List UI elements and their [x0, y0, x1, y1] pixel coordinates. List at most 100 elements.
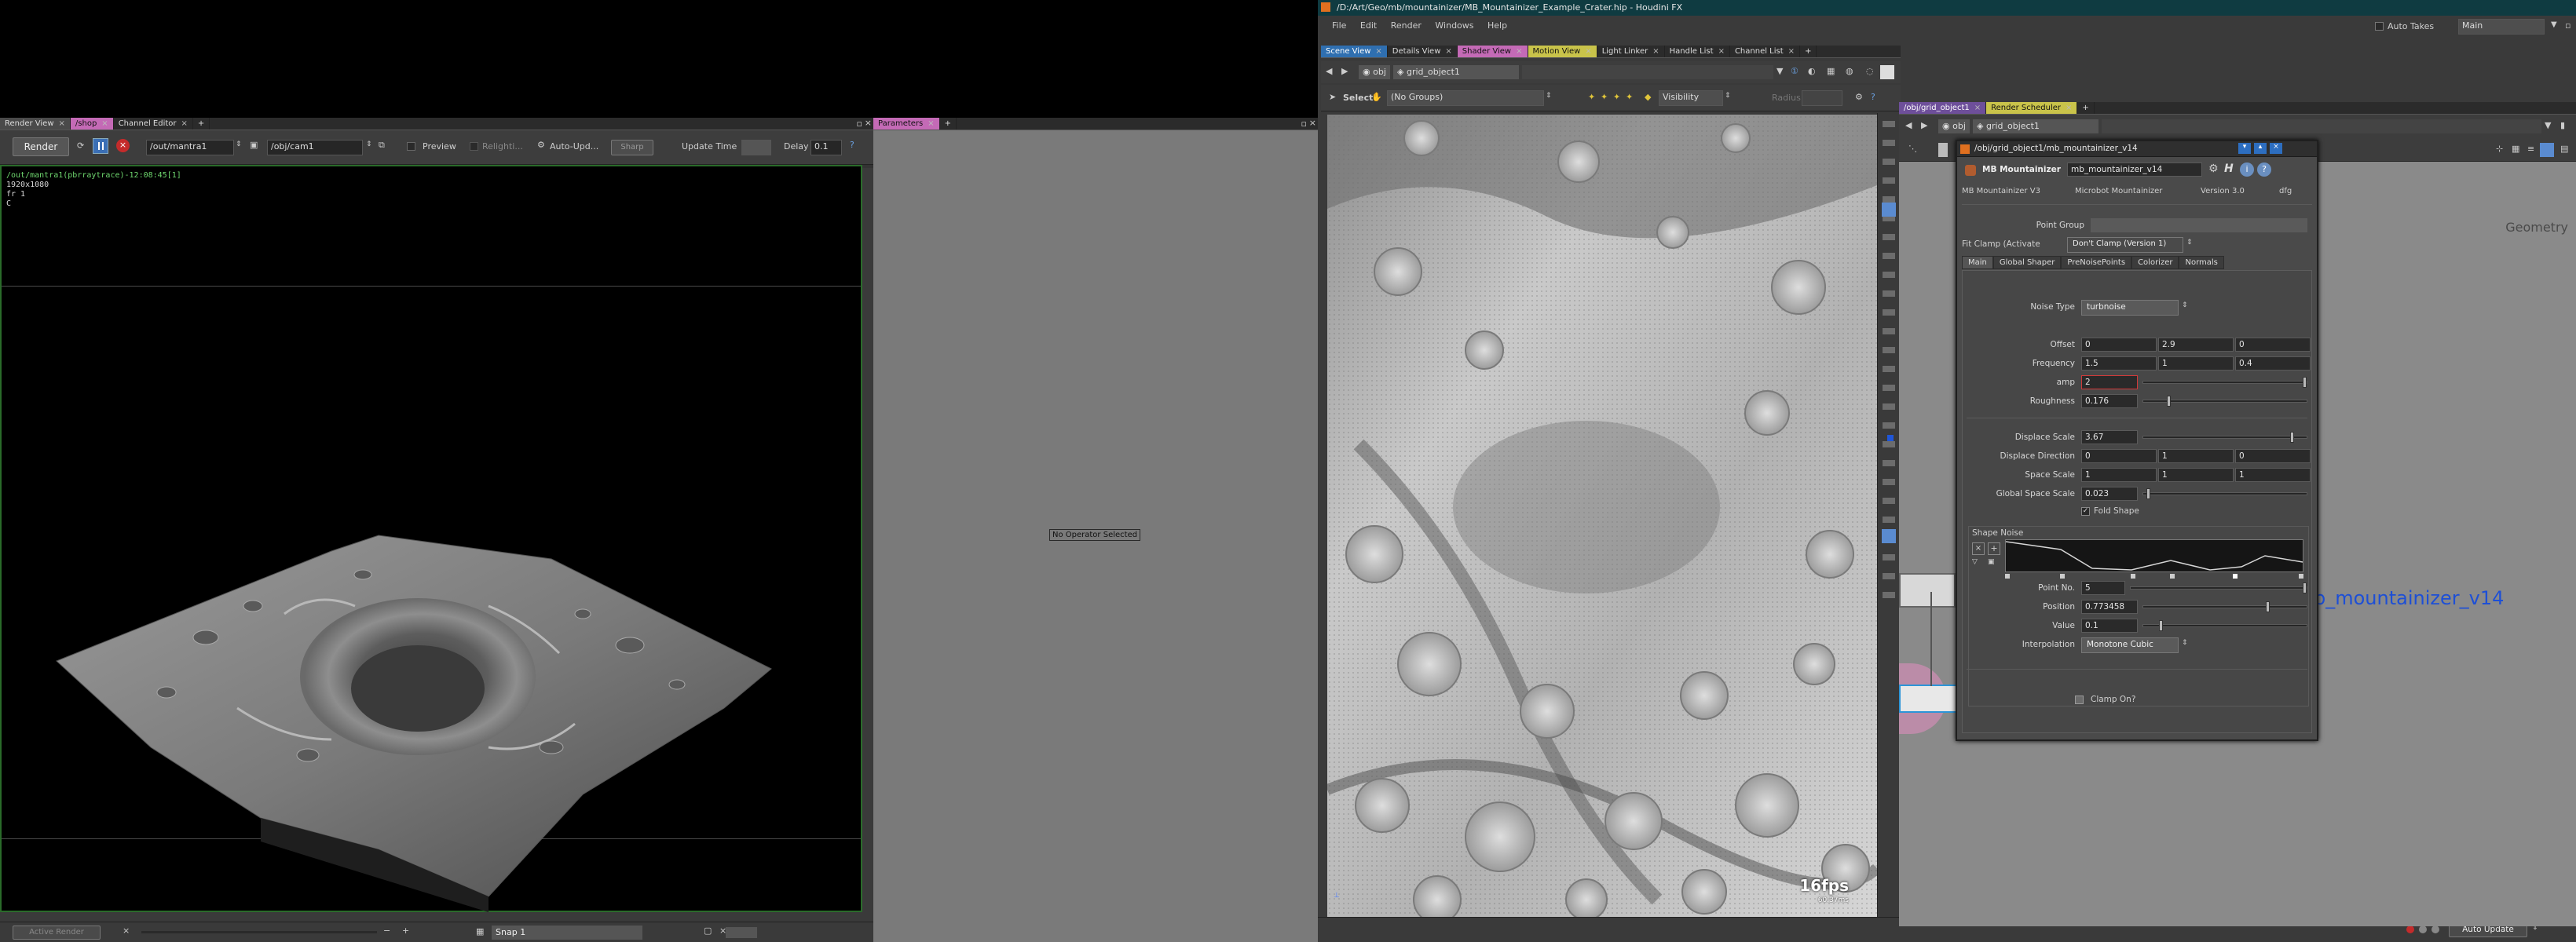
clamp-on-checkbox[interactable]	[2075, 696, 2084, 704]
close-icon[interactable]: ×	[1375, 47, 1381, 56]
maximize-icon[interactable]: ▫	[1301, 119, 1307, 129]
houdini-help-icon[interactable]: H	[2224, 162, 2234, 175]
mountainizer-node[interactable]	[1899, 685, 1959, 713]
renderer-field[interactable]: /out/mantra1	[146, 140, 234, 155]
tab-main[interactable]: Main	[1962, 256, 1993, 269]
point-group-field[interactable]	[2091, 218, 2307, 232]
add-tab-button[interactable]: +	[2077, 102, 2095, 114]
tab-network[interactable]: /obj/grid_object1 ×	[1899, 102, 1987, 114]
snap-edge-icon[interactable]: ✦	[1601, 92, 1608, 102]
displace-direction-y-field[interactable]: 1	[2158, 449, 2234, 463]
tab-channel-editor[interactable]: Channel Editor ×	[114, 118, 193, 130]
ramp-key[interactable]	[2170, 574, 2175, 579]
tab-channel-list[interactable]: Channel List ×	[1730, 46, 1801, 57]
roughness-slider[interactable]	[2142, 396, 2307, 407]
displace-direction-x-field[interactable]: 0	[2081, 449, 2157, 463]
scroll-marker[interactable]	[1887, 435, 1894, 441]
tab-details-view[interactable]: Details View ×	[1388, 46, 1458, 57]
stop-icon[interactable]: ×	[116, 139, 130, 152]
dropdown-icon[interactable]: ⇕	[236, 141, 242, 148]
close-icon[interactable]: ×	[59, 119, 65, 128]
add-tab-button[interactable]: +	[1800, 46, 1817, 57]
tab-render-view[interactable]: Render View ×	[0, 118, 71, 130]
link-icon[interactable]: ◌	[1866, 66, 1874, 76]
point-no-field[interactable]: 5	[2081, 581, 2125, 595]
close-icon[interactable]: ×	[123, 926, 130, 936]
tab-normals[interactable]: Normals	[2179, 256, 2224, 269]
frequency-x-field[interactable]: 1.5	[2081, 356, 2157, 371]
visibility-select[interactable]: Visibility	[1659, 90, 1723, 106]
close-icon[interactable]: ×	[1974, 104, 1981, 112]
path-node-button[interactable]: ◈ grid_object1	[1973, 119, 2098, 133]
dropdown-icon[interactable]: ⇕	[1546, 92, 1552, 100]
menu-help[interactable]: Help	[1487, 20, 1507, 31]
help-icon[interactable]: ?	[1871, 92, 1875, 102]
dropdown-icon[interactable]: ⇕	[1725, 92, 1731, 100]
dialog-title-bar[interactable]: /obj/grid_object1/mb_mountainizer_v14 ▾ …	[1957, 141, 2317, 157]
tab-render-scheduler[interactable]: Render Scheduler ×	[1986, 102, 2078, 114]
forward-arrow-icon[interactable]: ▶	[1341, 66, 1348, 76]
space-scale-y-field[interactable]: 1	[2158, 468, 2234, 482]
tab-shop[interactable]: /shop ×	[70, 118, 114, 130]
tab-motion-view[interactable]: Motion View ×	[1528, 46, 1597, 57]
info-icon[interactable]: i	[2240, 162, 2254, 177]
menu-render[interactable]: Render	[1391, 20, 1422, 31]
select-visible-icon[interactable]: ◆	[1645, 92, 1651, 102]
close-icon[interactable]: ×	[181, 119, 188, 128]
snap-icon[interactable]: ⊹	[2496, 144, 2503, 154]
space-scale-z-field[interactable]: 1	[2235, 468, 2311, 482]
path-root-button[interactable]: ◉ obj	[1938, 119, 1970, 133]
pause-icon[interactable]	[93, 138, 108, 154]
frame-icon[interactable]: ▢	[704, 926, 712, 936]
dialog-close-icon[interactable]: ×	[2270, 143, 2282, 154]
offset-z-field[interactable]: 0	[2235, 338, 2311, 352]
dropdown-icon[interactable]: ▼	[2551, 20, 2557, 29]
slider-knob[interactable]	[2266, 601, 2270, 612]
menu-windows[interactable]: Windows	[1435, 20, 1473, 31]
update-time-field[interactable]	[741, 140, 771, 155]
back-arrow-icon[interactable]: ◀	[1905, 120, 1912, 130]
refresh-icon[interactable]: ⟳	[77, 141, 84, 151]
tab-handle-list[interactable]: Handle List ×	[1665, 46, 1730, 57]
plus-icon[interactable]: +	[402, 926, 409, 936]
preview-checkbox[interactable]	[407, 142, 415, 151]
network-node[interactable]	[1899, 573, 1956, 608]
position-slider[interactable]	[2142, 601, 2307, 612]
active-render-button[interactable]: Active Render	[13, 926, 101, 940]
desktop-select[interactable]: Main	[2458, 19, 2545, 35]
ramp-key[interactable]	[2131, 574, 2135, 579]
tab-colorizer[interactable]: Colorizer	[2131, 256, 2179, 269]
path-root-button[interactable]: ◉ obj	[1359, 65, 1390, 79]
ramp-key[interactable]	[2299, 574, 2303, 579]
view-icon[interactable]: ◐	[1808, 66, 1816, 76]
scene-viewport[interactable]: ⊥ 16fps 60.37ms	[1327, 115, 1877, 917]
ramp-key[interactable]	[2005, 574, 2010, 579]
noise-type-select[interactable]: turbnoise	[2081, 300, 2179, 316]
displace-direction-z-field[interactable]: 0	[2235, 449, 2311, 463]
tree-icon[interactable]: ⋱	[1908, 144, 1917, 154]
add-tab-button[interactable]: +	[193, 118, 210, 130]
tab-light-linker[interactable]: Light Linker ×	[1597, 46, 1665, 57]
help-icon[interactable]: ?	[2257, 162, 2271, 177]
render-viewport[interactable]: /out/mantra1(pbrraytrace)-12:08:45[1] 19…	[0, 165, 862, 912]
remove-point-icon[interactable]: ×	[1972, 542, 1985, 555]
groups-select[interactable]: (No Groups)	[1387, 90, 1544, 106]
close-pane-icon[interactable]: ×	[1309, 118, 1316, 128]
close-icon[interactable]: ×	[2066, 104, 2072, 112]
help-icon[interactable]: ?	[850, 140, 854, 150]
menu-edit[interactable]: Edit	[1360, 20, 1377, 31]
fit-clamp-select[interactable]: Don't Clamp (Version 1)	[2067, 237, 2183, 253]
dropdown-icon[interactable]: ⇕	[366, 141, 372, 148]
displace-scale-field[interactable]: 3.67	[2081, 430, 2138, 444]
path-node-button[interactable]: ◈ grid_object1	[1393, 65, 1519, 79]
dropdown-icon[interactable]: ▼	[1776, 66, 1783, 76]
zoom-field[interactable]	[726, 927, 757, 938]
ramp-expand-icon[interactable]: ▣	[1988, 558, 1995, 566]
sharp-button[interactable]: Sharp	[611, 140, 653, 155]
close-icon[interactable]: ×	[1788, 47, 1795, 56]
snap-vertex-icon[interactable]: ✦	[1626, 92, 1633, 102]
amp-field[interactable]: 2	[2081, 375, 2138, 389]
close-icon[interactable]: ×	[1585, 47, 1591, 56]
close-icon[interactable]: ×	[1516, 47, 1522, 56]
list-icon[interactable]: ≡	[2527, 144, 2534, 154]
